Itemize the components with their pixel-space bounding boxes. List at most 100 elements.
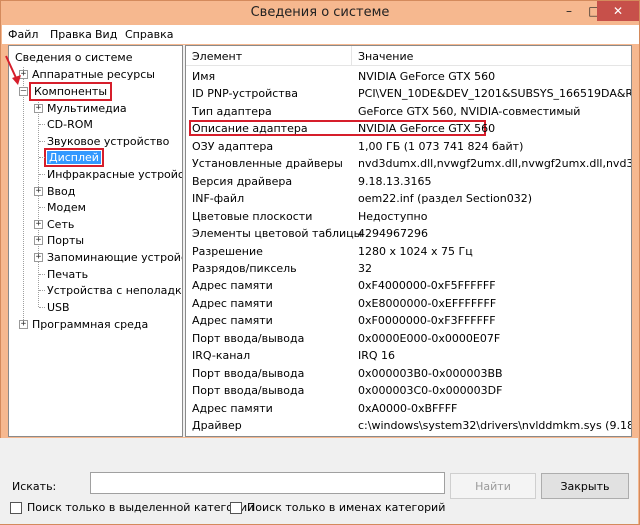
row-value: 1,00 ГБ (1 073 741 824 байт)	[358, 139, 524, 153]
tree-item-hardware[interactable]: + Аппаратные ресурсы	[19, 66, 155, 82]
row-element: Имя	[192, 70, 216, 83]
expand-icon[interactable]: +	[34, 236, 43, 246]
row-value: 0x000003B0-0x000003BB	[358, 366, 503, 380]
tree-connector	[38, 100, 39, 307]
window-title: Сведения о системе	[250, 5, 390, 20]
table-row[interactable]: Драйвер c:\windows\system32\drivers\nvldd…	[186, 417, 631, 434]
row-element: Описание адаптера	[192, 122, 308, 136]
collapse-icon[interactable]: –	[19, 86, 28, 96]
tree-item[interactable]: + Порты	[34, 233, 84, 249]
checkbox-search-names[interactable]: Поиск только в именах категорий	[230, 501, 445, 514]
column-divider[interactable]	[351, 46, 352, 66]
details-list[interactable]: Элемент Значение Имя NVIDIA GeForce GTX 5…	[185, 45, 632, 437]
tree-connector	[23, 67, 24, 324]
table-row[interactable]: Разрешение 1280 x 1024 x 75 Гц	[186, 243, 631, 260]
find-button[interactable]: Найти	[450, 473, 536, 499]
search-input[interactable]	[90, 472, 445, 494]
tree-item[interactable]: + Мультимедиа	[34, 100, 127, 116]
tree-item[interactable]: Инфракрасные устройства	[39, 166, 183, 182]
row-value: oem22.inf (раздел Section032)	[358, 192, 533, 206]
tree-item-label: Аппаратные ресурсы	[32, 67, 155, 81]
expand-icon[interactable]: +	[34, 219, 43, 229]
row-value: nvd3dumx.dll,nvwgf2umx.dll,nvwgf2umx.dll…	[358, 157, 632, 171]
table-row[interactable]: Имя NVIDIA GeForce GTX 560	[186, 68, 631, 85]
table-row[interactable]: Порт ввода/вывода 0x000003C0-0x000003DF	[186, 382, 631, 399]
title-bar: Сведения о системе – □ ✕	[1, 1, 639, 25]
table-row[interactable]: Порт ввода/вывода 0x000003B0-0x000003BB	[186, 365, 631, 382]
row-element: Порт ввода/вывода	[192, 366, 305, 380]
tree-item-label: USB	[47, 300, 70, 314]
list-header: Элемент Значение	[186, 46, 631, 66]
table-row[interactable]: Адрес памяти 0xE8000000-0xEFFFFFFF	[186, 295, 631, 312]
tree-item[interactable]: Печать	[39, 266, 88, 282]
table-row[interactable]: Адрес памяти 0xF0000000-0xF3FFFFFF	[186, 312, 631, 329]
tree-item[interactable]: USB	[39, 299, 70, 315]
tree-item-label: CD-ROM	[47, 118, 93, 132]
table-row[interactable]: Описание адаптера NVIDIA GeForce GTX 560	[186, 120, 631, 137]
row-value: 0x0000E000-0x0000E07F	[358, 331, 501, 345]
menu-file[interactable]: Файл	[8, 28, 38, 41]
tree-connector	[39, 124, 45, 126]
row-value: 0xA0000-0xBFFFF	[358, 401, 458, 415]
row-element: Цветовые плоскости	[192, 209, 313, 223]
table-row[interactable]: Элементы цветовой таблицы 4294967296	[186, 225, 631, 242]
tree-item-software[interactable]: + Программная среда	[19, 316, 148, 332]
close-icon[interactable]: ✕	[597, 1, 639, 21]
table-row[interactable]: ID PNP-устройства PCI\VEN_10DE&DEV_1201&S…	[186, 85, 632, 102]
tree-item[interactable]: Звуковое устройство	[39, 133, 169, 149]
tree-item-components[interactable]: – Компоненты	[19, 81, 113, 101]
expand-icon[interactable]: +	[34, 252, 43, 262]
menu-help[interactable]: Справка	[125, 28, 173, 41]
table-row[interactable]: Разрядов/пиксель 32	[186, 260, 631, 277]
tree-item[interactable]: + Сеть	[34, 216, 74, 232]
menu-edit[interactable]: Правка	[50, 28, 92, 41]
row-value: GeForce GTX 560, NVIDIA-совместимый	[358, 104, 581, 118]
table-row[interactable]: Тип адаптера GeForce GTX 560, NVIDIA-совм…	[186, 103, 631, 120]
row-element: Адрес памяти	[192, 296, 273, 310]
tree-item[interactable]: Устройства с неполадками	[39, 283, 182, 299]
column-header-element[interactable]: Элемент	[192, 50, 242, 63]
table-row[interactable]: INF-файл oem22.inf (раздел Section032)	[186, 190, 631, 207]
close-button[interactable]: Закрыть	[541, 473, 629, 499]
tree-connector	[39, 306, 45, 308]
search-label: Искать:	[12, 480, 57, 493]
row-value: IRQ 16	[358, 349, 396, 363]
row-element: Порт ввода/вывода	[192, 331, 305, 345]
expand-icon[interactable]: +	[34, 186, 43, 196]
table-row[interactable]: Цветовые плоскости Недоступно	[186, 208, 631, 225]
row-value: PCI\VEN_10DE&DEV_1201&SUBSYS_166519DA&RE…	[358, 87, 632, 101]
expand-icon[interactable]: +	[19, 319, 28, 329]
tree-item[interactable]: + Ввод	[34, 183, 75, 199]
table-row[interactable]: Установленные драйверы nvd3dumx.dll,nvwgf…	[186, 155, 632, 172]
minimize-icon[interactable]: –	[556, 1, 582, 21]
tree-item-label: Дисплей	[44, 148, 104, 168]
tree-item[interactable]: Дисплей	[39, 148, 104, 168]
table-row[interactable]: Версия драйвера 9.18.13.3165	[186, 173, 631, 190]
tree-item-label: Сеть	[47, 217, 75, 231]
table-row[interactable]: ОЗУ адаптера 1,00 ГБ (1 073 741 824 байт)	[186, 138, 631, 155]
expand-icon[interactable]: +	[34, 103, 43, 113]
row-value: 0xF0000000-0xF3FFFFFF	[358, 314, 496, 328]
checkbox-search-selected[interactable]: Поиск только в выделенной категории	[10, 501, 254, 514]
tree-item-root[interactable]: Сведения о системе	[15, 49, 132, 65]
table-row[interactable]: Порт ввода/вывода 0x0000E000-0x0000E07F	[186, 330, 631, 347]
table-row[interactable]: Адрес памяти 0xA0000-0xBFFFF	[186, 400, 631, 417]
row-value: c:\windows\system32\drivers\nvlddmkm.sys…	[358, 419, 631, 432]
tree-item-label: Ввод	[47, 184, 76, 198]
table-row[interactable]: IRQ-канал IRQ 16	[186, 347, 631, 364]
tree-item-label: Порты	[47, 234, 85, 248]
row-element: Порт ввода/вывода	[192, 384, 305, 398]
category-tree[interactable]: Сведения о системе + Аппаратные ресурсы …	[8, 45, 183, 437]
tree-item[interactable]: + Запоминающие устройства	[34, 249, 182, 265]
row-value: 32	[358, 261, 372, 275]
tree-connector	[39, 140, 45, 142]
tree-item[interactable]: CD-ROM	[39, 117, 93, 133]
column-header-value[interactable]: Значение	[358, 50, 413, 63]
menu-view[interactable]: Вид	[95, 28, 117, 41]
tree-item[interactable]: Модем	[39, 200, 86, 216]
table-row[interactable]: Адрес памяти 0xF4000000-0xF5FFFFFF	[186, 277, 631, 294]
tree-item-label: Инфракрасные устройства	[47, 167, 183, 181]
row-element: Разрешение	[192, 244, 263, 258]
checkbox-icon[interactable]	[10, 501, 22, 514]
checkbox-icon[interactable]	[230, 501, 242, 514]
